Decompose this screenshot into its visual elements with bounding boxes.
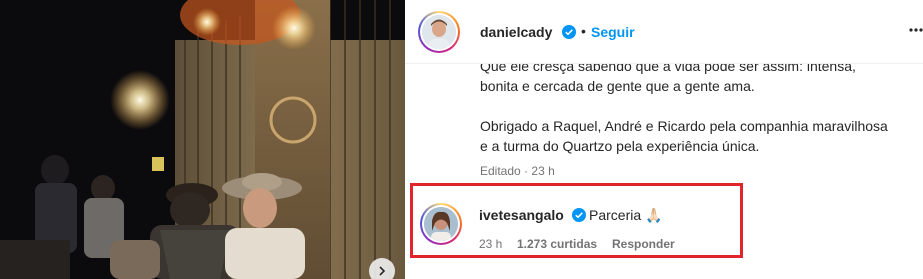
- comment-emoji: 🙏🏻: [645, 207, 663, 223]
- more-options-icon[interactable]: [909, 28, 923, 32]
- carousel-next-button[interactable]: [369, 258, 395, 279]
- carousel-next-icon: [379, 266, 386, 276]
- verified-badge-icon: [562, 25, 576, 39]
- header-separator: •: [581, 23, 586, 39]
- post-meta: Editado · 23 h: [480, 164, 555, 178]
- post-header: danielcady • Seguir: [405, 0, 923, 64]
- caption-line: bonita e cercada de gente que a gente am…: [480, 78, 755, 94]
- reply-button[interactable]: Responder: [612, 237, 675, 251]
- commenter-avatar-image: [424, 207, 458, 241]
- verified-badge-icon: [572, 208, 586, 222]
- author-avatar-image: [422, 15, 456, 49]
- caption-line: e a turma do Quartzo pela experiência ún…: [480, 138, 760, 154]
- meta-separator: ·: [524, 164, 529, 178]
- author-username[interactable]: danielcady: [480, 24, 552, 40]
- commenter-username[interactable]: ivetesangalo: [479, 207, 564, 223]
- post-caption: Que ele cresça sabendo que a vida pode s…: [480, 56, 920, 156]
- post-timestamp[interactable]: 23 h: [531, 164, 554, 178]
- comment-timestamp[interactable]: 23 h: [479, 237, 502, 251]
- comment-text-content: Parceria: [589, 207, 642, 223]
- caption-line: Obrigado a Raquel, André e Ricardo pela …: [480, 118, 888, 134]
- post-photo: [0, 0, 405, 279]
- follow-button[interactable]: Seguir: [591, 24, 635, 40]
- commenter-avatar[interactable]: [420, 203, 462, 245]
- author-avatar[interactable]: [418, 11, 460, 53]
- photo-image: [0, 0, 405, 279]
- comment-text: Parceria 🙏🏻: [589, 207, 662, 224]
- comment-likes[interactable]: 1.273 curtidas: [517, 237, 597, 251]
- edited-label: Editado: [480, 164, 521, 178]
